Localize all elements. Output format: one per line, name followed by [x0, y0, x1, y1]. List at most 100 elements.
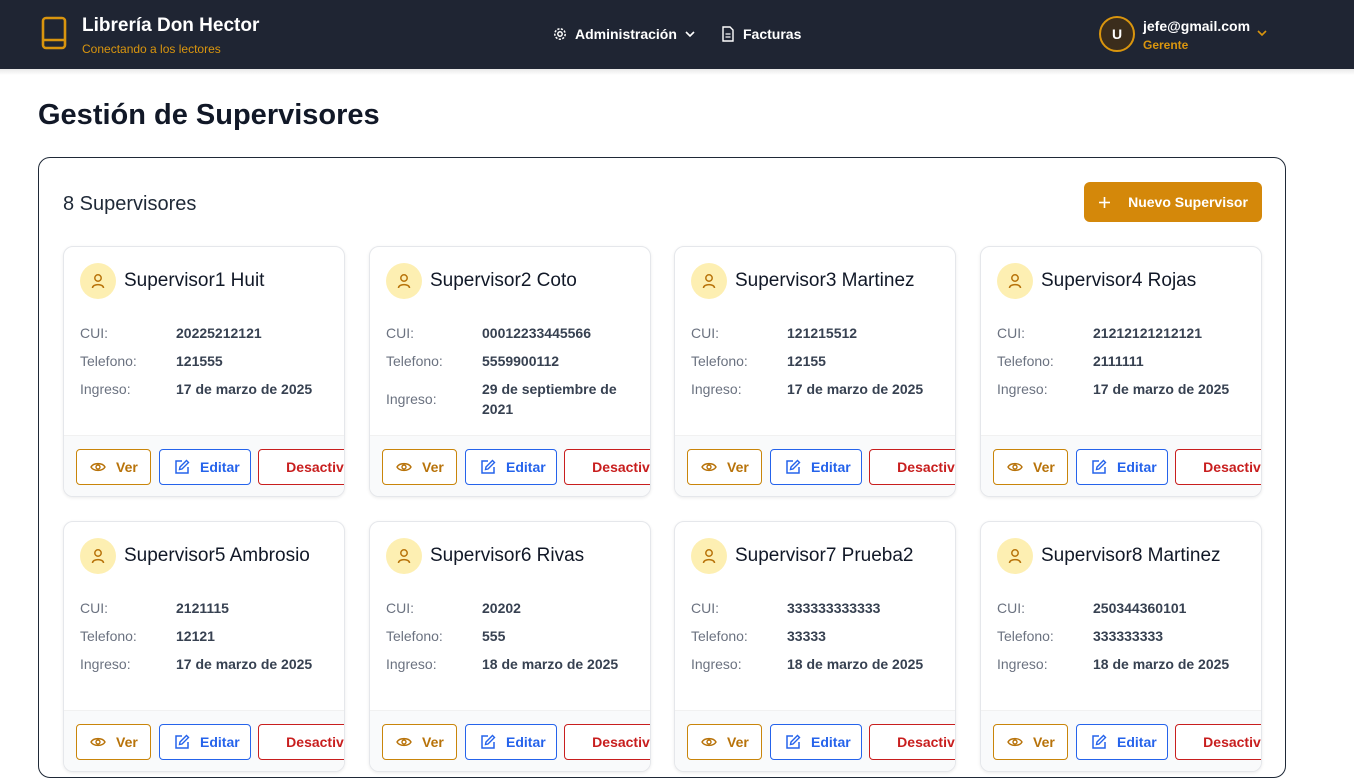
edit-icon — [175, 734, 190, 749]
user-icon — [997, 538, 1033, 574]
card-actions: Ver Editar Desactivar — [370, 435, 650, 496]
cui-value: 2121115 — [176, 600, 229, 616]
cui-label: CUI: — [997, 600, 1025, 616]
edit-label: Editar — [811, 734, 851, 750]
card-header: Supervisor6 Rivas — [386, 538, 584, 574]
joined-label: Ingreso: — [386, 391, 437, 407]
supervisor-card: Supervisor8 Martinez CUI: 250344360101 T… — [980, 521, 1262, 772]
card-header: Supervisor5 Ambrosio — [80, 538, 310, 574]
joined-label: Ingreso: — [386, 656, 437, 672]
deactivate-button[interactable]: Desactivar — [869, 724, 955, 760]
supervisor-count: 8 Supervisores — [63, 193, 197, 215]
joined-label: Ingreso: — [997, 656, 1048, 672]
phone-label: Telefono: — [80, 353, 137, 369]
user-email[interactable]: jefe@gmail.com — [1143, 18, 1250, 34]
deactivate-label: Desactivar — [897, 459, 955, 475]
user-icon — [80, 538, 116, 574]
view-button[interactable]: Ver — [993, 449, 1068, 485]
cui-value: 121215512 — [787, 325, 858, 341]
supervisor-name: Supervisor5 Ambrosio — [124, 545, 310, 566]
new-supervisor-button[interactable]: Nuevo Supervisor — [1084, 182, 1262, 222]
supervisor-card: Supervisor1 Huit CUI: 20225212121 Telefo… — [63, 246, 345, 497]
edit-button[interactable]: Editar — [770, 449, 862, 485]
nav-administracion[interactable]: Administración — [552, 24, 696, 44]
user-icon — [386, 538, 422, 574]
gear-icon — [554, 28, 566, 40]
joined-label: Ingreso: — [997, 381, 1048, 397]
view-button[interactable]: Ver — [382, 724, 457, 760]
edit-label: Editar — [1117, 459, 1157, 475]
cui-label: CUI: — [691, 325, 719, 341]
supervisor-name: Supervisor6 Rivas — [430, 545, 585, 566]
user-role: Gerente — [1143, 38, 1189, 52]
view-button[interactable]: Ver — [687, 449, 762, 485]
deactivate-label: Desactivar — [897, 734, 955, 750]
view-label: Ver — [116, 459, 138, 475]
user-menu-chevron-icon[interactable] — [1255, 26, 1269, 40]
view-button[interactable]: Ver — [993, 724, 1068, 760]
deactivate-button[interactable]: Desactivar — [564, 449, 650, 485]
edit-button[interactable]: Editar — [465, 449, 557, 485]
brand-title: Librería Don Hector — [82, 15, 260, 36]
phone-value: 333333333 — [1093, 628, 1164, 644]
view-button[interactable]: Ver — [76, 449, 151, 485]
view-button[interactable]: Ver — [687, 724, 762, 760]
card-header: Supervisor2 Coto — [386, 263, 577, 299]
joined-label: Ingreso: — [80, 381, 131, 397]
joined-label: Ingreso: — [80, 656, 131, 672]
deactivate-button[interactable]: Desactivar — [258, 449, 344, 485]
phone-label: Telefono: — [691, 628, 748, 644]
edit-icon — [1092, 734, 1107, 749]
nav-facturas[interactable]: Facturas — [721, 24, 801, 44]
card-actions: Ver Editar Desactivar — [675, 710, 955, 771]
view-button[interactable]: Ver — [76, 724, 151, 760]
deactivate-button[interactable]: Desactivar — [869, 449, 955, 485]
edit-label: Editar — [200, 459, 240, 475]
deactivate-button[interactable]: Desactivar — [1175, 724, 1261, 760]
deactivate-button[interactable]: Desactivar — [258, 724, 344, 760]
edit-button[interactable]: Editar — [770, 724, 862, 760]
card-actions: Ver Editar Desactivar — [675, 435, 955, 496]
supervisor-card: Supervisor5 Ambrosio CUI: 2121115 Telefo… — [63, 521, 345, 772]
cui-label: CUI: — [691, 600, 719, 616]
edit-icon — [481, 459, 496, 474]
book-icon — [41, 16, 67, 50]
view-label: Ver — [116, 734, 138, 750]
edit-label: Editar — [1117, 734, 1157, 750]
joined-value: 17 de marzo de 2025 — [787, 381, 924, 397]
supervisor-card: Supervisor2 Coto CUI: 00012233445566 Tel… — [369, 246, 651, 497]
edit-button[interactable]: Editar — [159, 449, 251, 485]
deactivate-label: Desactivar — [592, 459, 650, 475]
eye-icon — [1007, 462, 1023, 472]
document-icon — [722, 26, 734, 42]
card-header: Supervisor3 Martinez — [691, 263, 915, 299]
phone-value: 12121 — [176, 628, 215, 644]
view-button[interactable]: Ver — [382, 449, 457, 485]
card-header: Supervisor8 Martinez — [997, 538, 1221, 574]
deactivate-button[interactable]: Desactivar — [564, 724, 650, 760]
supervisor-card: Supervisor6 Rivas CUI: 20202 Telefono: 5… — [369, 521, 651, 772]
card-header: Supervisor4 Rojas — [997, 263, 1196, 299]
phone-label: Telefono: — [691, 353, 748, 369]
phone-label: Telefono: — [80, 628, 137, 644]
phone-label: Telefono: — [997, 353, 1054, 369]
edit-button[interactable]: Editar — [465, 724, 557, 760]
eye-icon — [90, 462, 106, 472]
phone-label: Telefono: — [997, 628, 1054, 644]
joined-value: 17 de marzo de 2025 — [176, 381, 313, 397]
edit-label: Editar — [506, 734, 546, 750]
cui-label: CUI: — [997, 325, 1025, 341]
view-label: Ver — [727, 459, 749, 475]
deactivate-button[interactable]: Desactivar — [1175, 449, 1261, 485]
edit-icon — [175, 459, 190, 474]
header-shadow — [0, 69, 1354, 75]
user-avatar[interactable]: U — [1099, 16, 1135, 52]
eye-icon — [396, 737, 412, 747]
edit-button[interactable]: Editar — [1076, 724, 1168, 760]
card-actions: Ver Editar Desactivar — [64, 710, 344, 771]
supervisors-panel: 8 Supervisores Nuevo Supervisor Supervis… — [38, 157, 1286, 778]
edit-button[interactable]: Editar — [1076, 449, 1168, 485]
cui-value: 21212121212121 — [1093, 325, 1203, 341]
edit-button[interactable]: Editar — [159, 724, 251, 760]
phone-value: 555 — [482, 628, 506, 644]
